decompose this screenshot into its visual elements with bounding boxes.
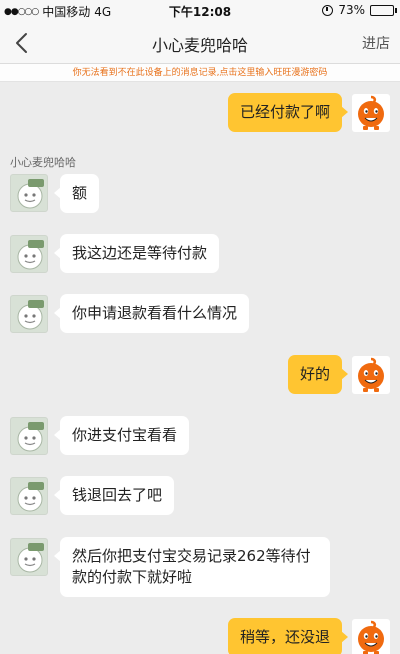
message-bubble-incoming[interactable]: 钱退回去了吧: [53, 476, 175, 515]
store-logo-icon: [17, 482, 44, 512]
store-logo-icon: [17, 422, 44, 452]
store-avatar[interactable]: [10, 538, 48, 576]
store-avatar[interactable]: [10, 235, 48, 273]
battery-icon: [370, 4, 397, 16]
message-bubble-incoming[interactable]: 你申请退款看看什么情况: [53, 294, 250, 333]
sender-name: 小心麦兜哈哈: [10, 156, 76, 169]
chat-title: 小心麦兜哈哈: [151, 36, 248, 55]
message-bubble-outgoing[interactable]: 好的: [287, 355, 349, 394]
message-bubble-incoming[interactable]: 额: [53, 174, 100, 213]
enter-store-button[interactable]: 进店: [362, 33, 390, 53]
message-line: 款的付款下就好啦: [72, 568, 193, 586]
orange-mascot-icon: [352, 619, 390, 654]
store-logo-icon: [17, 543, 44, 573]
message-bubble-incoming[interactable]: 你进支付宝看看: [53, 416, 190, 455]
rotation-lock-icon: [322, 4, 334, 16]
store-logo-icon: [17, 300, 44, 330]
store-logo-icon: [17, 179, 44, 209]
message-bubble-incoming[interactable]: 我这边还是等待付款: [53, 234, 220, 273]
back-button[interactable]: [8, 28, 38, 58]
store-avatar[interactable]: [10, 295, 48, 333]
message-bubble-outgoing[interactable]: 稍等，还没退: [227, 618, 349, 654]
roaming-password-notice[interactable]: 你无法看到不在此设备上的消息记录,点击这里输入旺旺漫游密码: [0, 64, 400, 82]
message-bubble-incoming[interactable]: 然后你把支付宝交易记录262等待付 款的付款下就好啦: [54, 537, 330, 597]
store-avatar[interactable]: [10, 174, 48, 212]
my-avatar[interactable]: [352, 619, 390, 654]
store-avatar[interactable]: [10, 477, 48, 515]
status-right: 73%: [322, 3, 397, 17]
battery-percent: 73%: [338, 3, 365, 17]
chevron-left-icon: [16, 33, 27, 53]
my-avatar[interactable]: [352, 356, 390, 394]
status-bar: ●●○○○ 中国移动 4G 下午12:08 73%: [0, 0, 400, 22]
store-logo-icon: [17, 240, 44, 270]
orange-mascot-icon: [352, 94, 390, 132]
store-avatar[interactable]: [10, 417, 48, 455]
nav-bar: 小心麦兜哈哈 进店: [0, 22, 400, 64]
message-bubble-outgoing[interactable]: 已经付款了啊: [227, 93, 349, 132]
orange-mascot-icon: [352, 356, 390, 394]
message-line: 然后你把支付宝交易记录262等待付: [72, 547, 311, 565]
my-avatar[interactable]: [352, 94, 390, 132]
